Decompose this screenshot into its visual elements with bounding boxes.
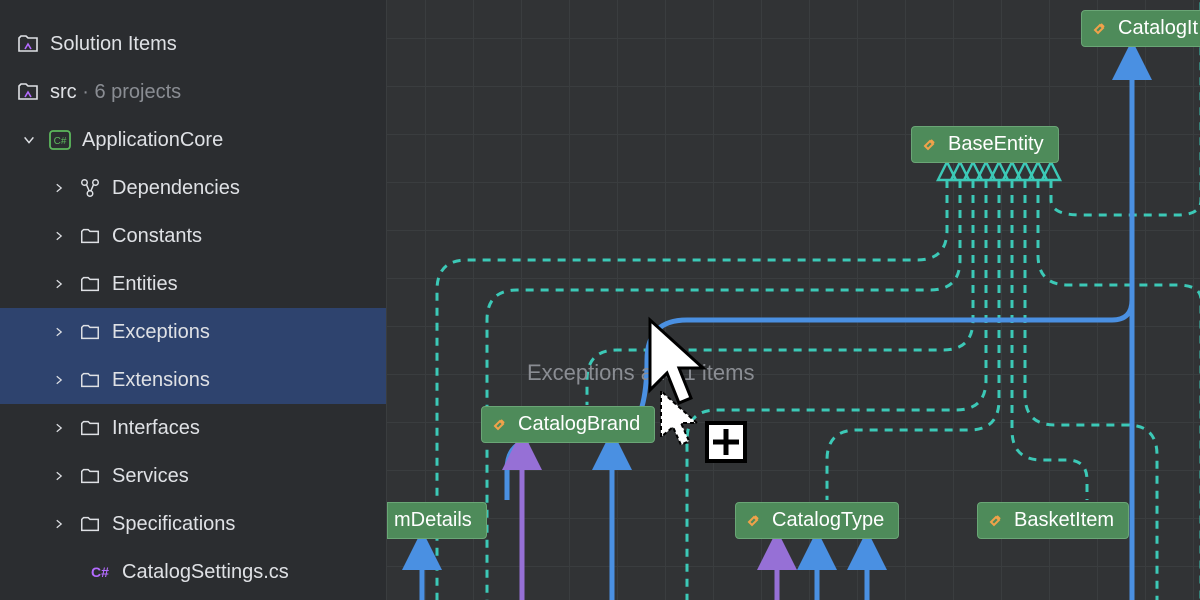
tree-item-dependencies[interactable]: Dependencies [0, 164, 386, 212]
folder-icon [78, 224, 102, 248]
chevron-right-icon[interactable] [50, 230, 68, 242]
csharp-file-icon: C# [88, 560, 112, 584]
tree-label: CatalogSettings.cs [122, 561, 289, 584]
tree-label: Services [112, 465, 189, 488]
tree-label: Constants [112, 225, 202, 248]
tree-item-extensions[interactable]: Extensions [0, 356, 386, 404]
tree-label: Extensions [112, 369, 210, 392]
chevron-right-icon[interactable] [50, 470, 68, 482]
tree-item-solution-items[interactable]: Solution Items [0, 20, 386, 68]
diagram-node-catalogit[interactable]: CatalogIt [1081, 10, 1200, 47]
folder-icon [78, 512, 102, 536]
folder-icon [78, 416, 102, 440]
class-icon [988, 512, 1006, 530]
tree-item-catalogsettings-cs[interactable]: C# CatalogSettings.cs [0, 548, 386, 596]
class-icon [922, 136, 940, 154]
diagram-node-catalogbrand[interactable]: CatalogBrand [481, 406, 655, 443]
tree-label: src · 6 projects [50, 81, 181, 104]
tree-item-exceptions[interactable]: Exceptions [0, 308, 386, 356]
node-label: CatalogIt [1118, 17, 1198, 40]
tree-item-applicationcore[interactable]: C# ApplicationCore [0, 116, 386, 164]
chevron-right-icon[interactable] [50, 518, 68, 530]
node-label: CatalogType [772, 509, 884, 532]
dependencies-icon [78, 176, 102, 200]
svg-text:C#: C# [54, 136, 67, 147]
project-tree[interactable]: Solution Items src · 6 projects C# Appli… [0, 0, 386, 600]
class-icon [746, 512, 764, 530]
folder-icon [78, 272, 102, 296]
folder-icon [78, 320, 102, 344]
diagram-node-mdetails[interactable]: mDetails [387, 502, 487, 539]
diagram-node-baseentity[interactable]: BaseEntity [911, 126, 1059, 163]
chevron-right-icon[interactable] [50, 182, 68, 194]
diagram-canvas[interactable]: Exceptions and 1 items BaseEntity Catalo… [386, 0, 1200, 600]
csharp-project-icon: C# [48, 128, 72, 152]
chevron-right-icon[interactable] [50, 326, 68, 338]
class-icon [492, 416, 510, 434]
drag-cursor-icon [645, 315, 755, 471]
tree-item-src[interactable]: src · 6 projects [0, 68, 386, 116]
diagram-node-basketitem[interactable]: BasketItem [977, 502, 1129, 539]
folder-src-icon [16, 80, 40, 104]
chevron-right-icon[interactable] [50, 422, 68, 434]
tree-label: Entities [112, 273, 178, 296]
node-label: BasketItem [1014, 509, 1114, 532]
chevron-right-icon[interactable] [50, 278, 68, 290]
diagram-node-catalogtype[interactable]: CatalogType [735, 502, 899, 539]
chevron-right-icon[interactable] [50, 374, 68, 386]
folder-icon [78, 368, 102, 392]
drag-ghost-label: Exceptions and 1 items [527, 360, 754, 386]
tree-label: Specifications [112, 513, 235, 536]
chevron-down-icon[interactable] [20, 133, 38, 147]
tree-label: Dependencies [112, 177, 240, 200]
tree-label: Interfaces [112, 417, 200, 440]
tree-item-constants[interactable]: Constants [0, 212, 386, 260]
tree-label: Solution Items [50, 33, 177, 56]
folder-solution-icon [16, 32, 40, 56]
tree-item-services[interactable]: Services [0, 452, 386, 500]
node-label: CatalogBrand [518, 413, 640, 436]
class-icon [1092, 20, 1110, 38]
node-label: BaseEntity [948, 133, 1044, 156]
tree-item-specifications[interactable]: Specifications [0, 500, 386, 548]
node-label: mDetails [394, 509, 472, 532]
tree-label: Exceptions [112, 321, 210, 344]
folder-icon [78, 464, 102, 488]
tree-item-entities[interactable]: Entities [0, 260, 386, 308]
tree-label: ApplicationCore [82, 129, 223, 152]
tree-item-interfaces[interactable]: Interfaces [0, 404, 386, 452]
